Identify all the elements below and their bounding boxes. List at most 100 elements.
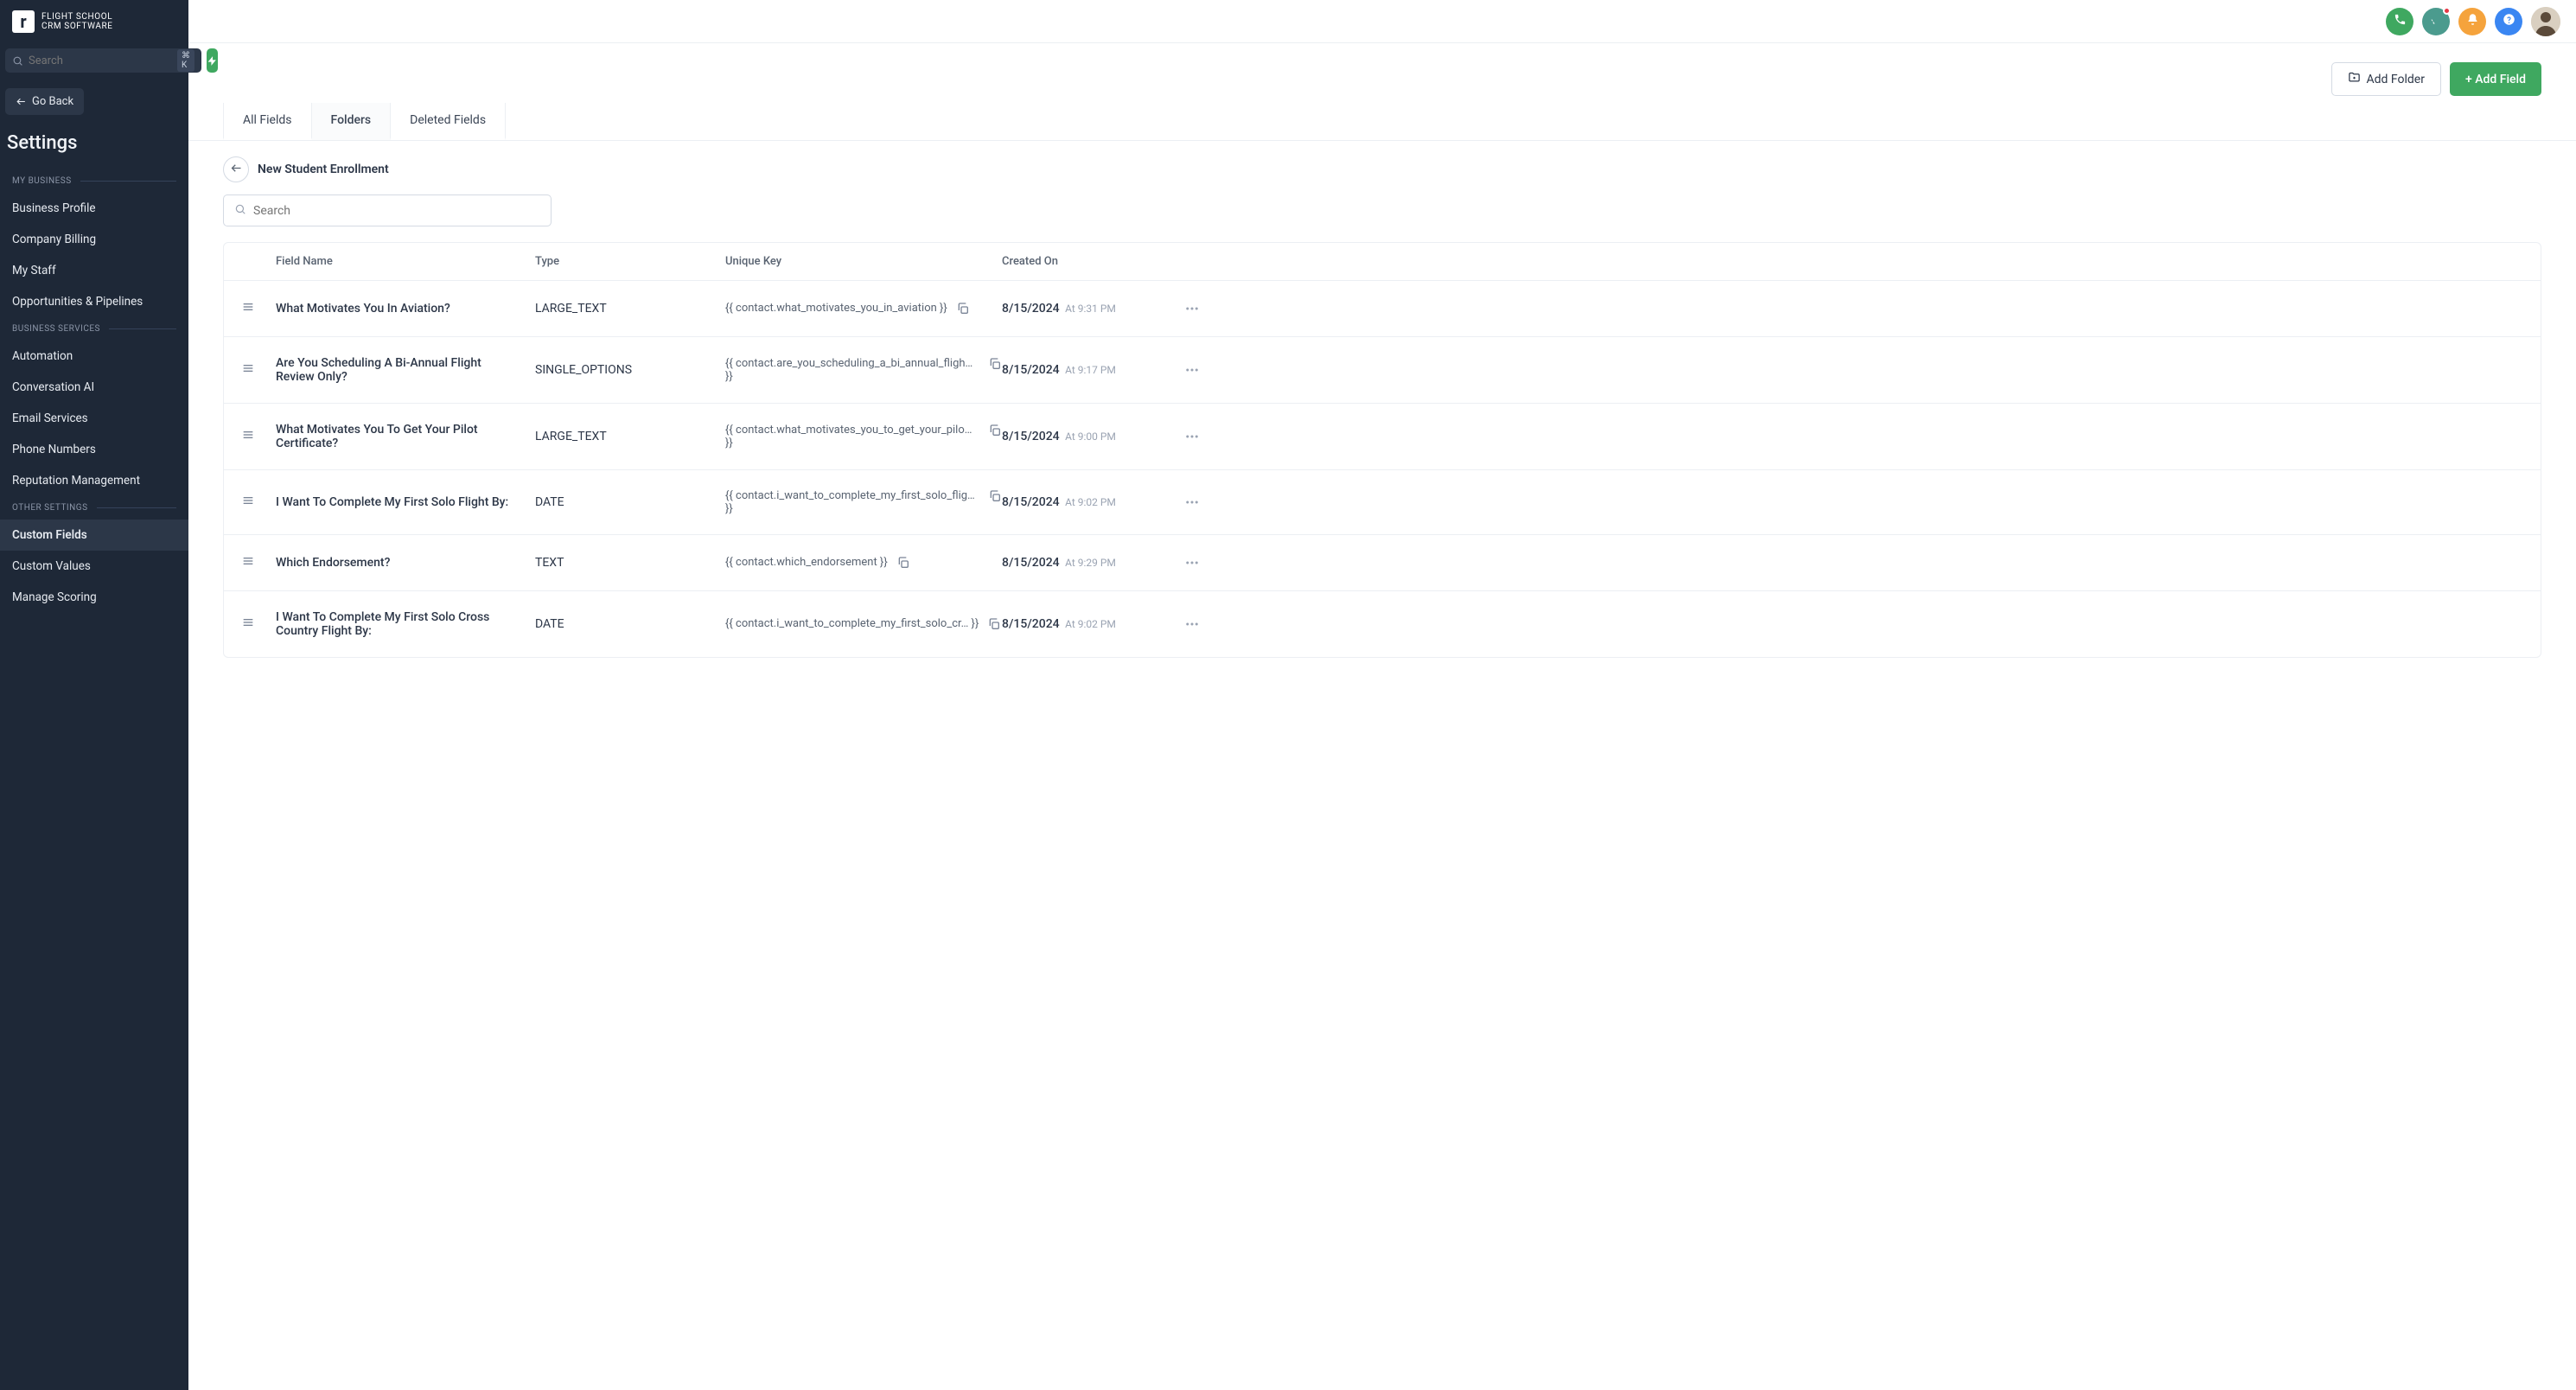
logo-text: FLIGHT SCHOOL CRM SOFTWARE bbox=[41, 12, 113, 32]
copy-key-button[interactable] bbox=[956, 302, 970, 316]
th-type: Type bbox=[535, 255, 725, 268]
field-type: LARGE_TEXT bbox=[535, 430, 725, 443]
field-type: DATE bbox=[535, 495, 725, 509]
notification-dot bbox=[2443, 7, 2451, 15]
field-name: I Want To Complete My First Solo Cross C… bbox=[276, 610, 535, 638]
tabs: All Fields Folders Deleted Fields bbox=[188, 103, 2576, 141]
search-icon bbox=[234, 202, 246, 219]
nav-company-billing[interactable]: Company Billing bbox=[0, 224, 188, 255]
user-avatar[interactable] bbox=[2531, 7, 2560, 36]
row-actions-button[interactable] bbox=[1184, 362, 1200, 378]
arrow-left-icon bbox=[16, 96, 27, 107]
field-created: 8/15/2024 At 9:00 PM bbox=[1002, 430, 1166, 443]
table-row: Are You Scheduling A Bi-Annual Flight Re… bbox=[224, 336, 2541, 403]
field-key: {{ contact.are_you_scheduling_a_bi_annua… bbox=[725, 357, 979, 383]
field-type: TEXT bbox=[535, 556, 725, 570]
table-row: I Want To Complete My First Solo Cross C… bbox=[224, 590, 2541, 657]
megaphone-icon bbox=[2430, 13, 2443, 29]
th-field-name: Field Name bbox=[276, 255, 535, 268]
folder-title: New Student Enrollment bbox=[258, 163, 389, 176]
nav-section-business-services: Business Services bbox=[0, 317, 188, 341]
fields-table: Field Name Type Unique Key Created On Wh… bbox=[223, 242, 2541, 658]
field-type: LARGE_TEXT bbox=[535, 302, 725, 316]
folder-back-button[interactable] bbox=[223, 156, 249, 182]
nav-email-services[interactable]: Email Services bbox=[0, 403, 188, 434]
field-name: What Motivates You In Aviation? bbox=[276, 302, 535, 316]
copy-key-button[interactable] bbox=[988, 489, 1002, 503]
nav-custom-fields[interactable]: Custom Fields bbox=[0, 520, 188, 551]
go-back-button[interactable]: Go Back bbox=[5, 88, 84, 115]
phone-button[interactable] bbox=[2386, 8, 2413, 35]
field-key: {{ contact.what_motivates_you_in_aviatio… bbox=[725, 302, 947, 315]
phone-icon bbox=[2394, 13, 2407, 29]
field-type: SINGLE_OPTIONS bbox=[535, 363, 725, 377]
main-pane: Add Folder + Add Field All Fields Folder… bbox=[188, 0, 2576, 1390]
field-name: Are You Scheduling A Bi-Annual Flight Re… bbox=[276, 356, 535, 384]
search-input[interactable] bbox=[29, 54, 172, 67]
nav-my-staff[interactable]: My Staff bbox=[0, 255, 188, 286]
table-row: I Want To Complete My First Solo Flight … bbox=[224, 469, 2541, 534]
search-icon bbox=[12, 55, 23, 67]
announcements-button[interactable] bbox=[2422, 8, 2450, 35]
sidebar: r FLIGHT SCHOOL CRM SOFTWARE ⌘ K Go Back… bbox=[0, 0, 188, 1390]
logo-mark: r bbox=[12, 10, 35, 33]
field-key: {{ contact.i_want_to_complete_my_first_s… bbox=[725, 489, 979, 515]
settings-heading: Settings bbox=[0, 124, 188, 169]
table-header-row: Field Name Type Unique Key Created On bbox=[224, 243, 2541, 280]
field-key: {{ contact.which_endorsement }} bbox=[725, 556, 888, 569]
nav-conversation-ai[interactable]: Conversation AI bbox=[0, 372, 188, 403]
logo: r FLIGHT SCHOOL CRM SOFTWARE bbox=[0, 0, 188, 43]
row-actions-button[interactable] bbox=[1184, 616, 1200, 632]
add-folder-button[interactable]: Add Folder bbox=[2331, 62, 2441, 96]
nav-business-profile[interactable]: Business Profile bbox=[0, 193, 188, 224]
row-actions-button[interactable] bbox=[1184, 555, 1200, 571]
field-name: I Want To Complete My First Solo Flight … bbox=[276, 495, 535, 509]
drag-handle-icon[interactable] bbox=[241, 554, 255, 568]
nav-section-my-business: My Business bbox=[0, 169, 188, 193]
nav-opportunities-pipelines[interactable]: Opportunities & Pipelines bbox=[0, 286, 188, 317]
copy-key-button[interactable] bbox=[988, 424, 1002, 437]
field-created: 8/15/2024 At 9:02 PM bbox=[1002, 495, 1166, 509]
copy-key-button[interactable] bbox=[987, 617, 1001, 631]
nav-reputation-management[interactable]: Reputation Management bbox=[0, 465, 188, 496]
nav-phone-numbers[interactable]: Phone Numbers bbox=[0, 434, 188, 465]
drag-handle-icon[interactable] bbox=[241, 615, 255, 629]
tab-folders[interactable]: Folders bbox=[312, 103, 392, 140]
topbar bbox=[188, 0, 2576, 43]
drag-handle-icon[interactable] bbox=[241, 494, 255, 507]
row-actions-button[interactable] bbox=[1184, 429, 1200, 444]
copy-key-button[interactable] bbox=[896, 556, 910, 570]
arrow-left-icon bbox=[230, 162, 243, 178]
folder-plus-icon bbox=[2348, 71, 2361, 87]
row-actions-button[interactable] bbox=[1184, 494, 1200, 510]
nav-section-other-settings: Other Settings bbox=[0, 496, 188, 520]
field-key: {{ contact.i_want_to_complete_my_first_s… bbox=[725, 617, 979, 630]
notifications-button[interactable] bbox=[2458, 8, 2486, 35]
field-created: 8/15/2024 At 9:31 PM bbox=[1002, 302, 1166, 316]
th-unique-key: Unique Key bbox=[725, 255, 1002, 268]
field-created: 8/15/2024 At 9:29 PM bbox=[1002, 556, 1166, 570]
copy-key-button[interactable] bbox=[988, 357, 1002, 371]
nav-manage-scoring[interactable]: Manage Scoring bbox=[0, 582, 188, 613]
tab-all-fields[interactable]: All Fields bbox=[223, 103, 312, 140]
nav-custom-values[interactable]: Custom Values bbox=[0, 551, 188, 582]
th-created-on: Created On bbox=[1002, 255, 1166, 268]
field-search[interactable] bbox=[223, 194, 552, 226]
field-search-input[interactable] bbox=[253, 204, 540, 218]
table-row: What Motivates You To Get Your Pilot Cer… bbox=[224, 403, 2541, 469]
settings-nav: My Business Business Profile Company Bil… bbox=[0, 169, 188, 613]
row-actions-button[interactable] bbox=[1184, 301, 1200, 316]
help-button[interactable] bbox=[2495, 8, 2522, 35]
drag-handle-icon[interactable] bbox=[241, 300, 255, 314]
nav-automation[interactable]: Automation bbox=[0, 341, 188, 372]
drag-handle-icon[interactable] bbox=[241, 428, 255, 442]
tab-deleted-fields[interactable]: Deleted Fields bbox=[391, 103, 506, 140]
field-created: 8/15/2024 At 9:02 PM bbox=[1002, 617, 1166, 631]
field-name: Which Endorsement? bbox=[276, 556, 535, 570]
field-created: 8/15/2024 At 9:17 PM bbox=[1002, 363, 1166, 377]
drag-handle-icon[interactable] bbox=[241, 361, 255, 375]
add-field-button[interactable]: + Add Field bbox=[2450, 62, 2541, 96]
field-type: DATE bbox=[535, 617, 725, 631]
global-search[interactable]: ⌘ K bbox=[5, 48, 201, 73]
table-row: What Motivates You In Aviation?LARGE_TEX… bbox=[224, 280, 2541, 336]
